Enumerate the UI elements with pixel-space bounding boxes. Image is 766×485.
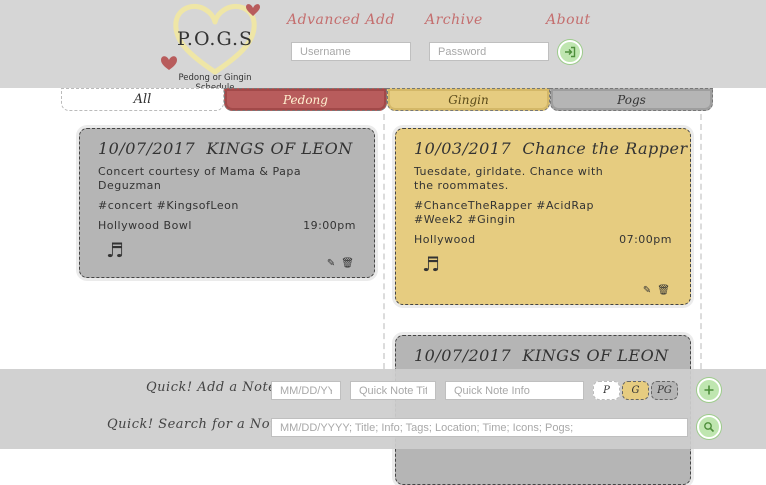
column-divider <box>700 114 702 369</box>
trash-icon[interactable]: 🗑 <box>341 258 354 269</box>
card-actions: ✎ 🗑 <box>643 285 670 296</box>
card-time: 19:00pm <box>303 219 356 232</box>
card-location: Hollywood Bowl <box>98 219 192 232</box>
sign-in-icon <box>565 46 576 58</box>
note-card[interactable]: 10/07/2017 KINGS OF LEON Concert courtes… <box>79 128 375 278</box>
column-divider <box>383 114 385 369</box>
nav-about[interactable]: About <box>546 12 591 28</box>
plus-icon <box>704 385 714 395</box>
header-bar: P.O.G.S Pedong or Gingin Schedule Advanc… <box>0 0 766 93</box>
quick-info-input[interactable] <box>445 381 584 400</box>
card-time: 07:00pm <box>619 233 672 246</box>
card-location-time: Hollywood Bowl 19:00pm <box>98 219 356 232</box>
tab-pogs[interactable]: Pogs <box>550 88 713 111</box>
nav-advanced-add[interactable]: Advanced Add <box>287 12 395 28</box>
trash-icon[interactable]: 🗑 <box>657 285 670 296</box>
login-button[interactable] <box>558 40 582 64</box>
add-note-button[interactable] <box>697 378 721 402</box>
card-tags: #ChanceTheRapper #AcidRap #Week2 #Gingin <box>414 199 595 226</box>
card-location-time: Hollywood 07:00pm <box>414 233 672 246</box>
tab-pedong[interactable]: Pedong <box>224 88 387 111</box>
search-button[interactable] <box>697 415 721 439</box>
quick-search-label: Quick! Search for a Note <box>107 417 285 432</box>
card-info: Concert courtesy of Mama & Papa Deguzman <box>98 165 302 192</box>
logo-letters: P.O.G.S <box>176 28 254 50</box>
owner-pedong-toggle[interactable]: P <box>593 381 620 400</box>
pencil-icon[interactable]: ✎ <box>643 285 651 296</box>
card-title: 10/03/2017 Chance the Rapper <box>414 139 688 158</box>
tab-all[interactable]: All <box>61 88 224 111</box>
quick-add-label: Quick! Add a Note <box>146 380 277 395</box>
tab-gingin[interactable]: Gingin <box>387 88 550 111</box>
search-icon <box>704 422 715 433</box>
pogs-logo[interactable]: P.O.G.S Pedong or Gingin Schedule <box>160 2 270 93</box>
card-tags: #concert #KingsofLeon <box>98 199 239 212</box>
music-note-icon: ♬ <box>422 252 440 276</box>
nav-archive[interactable]: Archive <box>425 12 483 28</box>
quick-search-input[interactable] <box>271 418 688 437</box>
username-input[interactable] <box>291 42 411 61</box>
card-actions: ✎ 🗑 <box>327 258 354 269</box>
card-title: 10/07/2017 KINGS OF LEON <box>98 139 353 158</box>
card-info: Tuesdate, girldate. Chance with the room… <box>414 165 604 192</box>
quick-title-input[interactable] <box>350 381 436 400</box>
card-location: Hollywood <box>414 233 476 246</box>
quick-date-input[interactable] <box>271 381 341 400</box>
music-note-icon: ♬ <box>106 238 124 262</box>
pencil-icon[interactable]: ✎ <box>327 258 335 269</box>
password-input[interactable] <box>429 42 549 61</box>
card-title: 10/07/2017 KINGS OF LEON <box>414 346 669 365</box>
note-card[interactable]: 10/03/2017 Chance the Rapper Tuesdate, g… <box>395 128 691 305</box>
owner-gingin-toggle[interactable]: G <box>622 381 649 400</box>
owner-pogs-toggle[interactable]: PG <box>651 381 678 400</box>
